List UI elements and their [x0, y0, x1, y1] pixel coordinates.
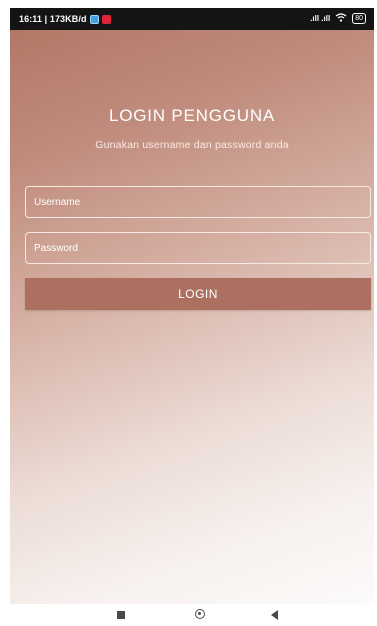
status-time: 16:11 | 173KB/d [19, 14, 87, 24]
status-bar: 16:11 | 173KB/d .ıll .ıll 80 [10, 8, 374, 30]
password-field[interactable]: Password [25, 232, 371, 264]
back-icon[interactable] [271, 610, 278, 620]
status-left: 16:11 | 173KB/d [19, 14, 111, 24]
system-nav-bar [0, 604, 377, 626]
username-field[interactable]: Username [25, 186, 371, 218]
page-subtitle: Gunakan username dan password anda [95, 139, 289, 151]
username-placeholder: Username [34, 196, 81, 208]
wifi-icon [335, 13, 347, 24]
app-screen: 16:11 | 173KB/d .ıll .ıll 80 LOGIN PENGG… [10, 8, 374, 604]
recent-apps-icon[interactable] [117, 611, 125, 619]
battery-icon: 80 [352, 13, 366, 24]
page-title: LOGIN PENGGUNA [108, 106, 276, 125]
home-icon[interactable] [195, 609, 205, 619]
password-placeholder: Password [34, 242, 78, 254]
status-right: .ıll .ıll 80 [310, 13, 366, 24]
login-button[interactable]: LOGIN [25, 278, 371, 310]
signal-icon: .ıll .ıll [310, 14, 331, 23]
app-notification-icon [89, 14, 99, 24]
login-button-label: LOGIN [178, 287, 218, 301]
message-app-icon [101, 14, 111, 24]
device-frame: 16:11 | 173KB/d .ıll .ıll 80 LOGIN PENGG… [0, 0, 377, 626]
